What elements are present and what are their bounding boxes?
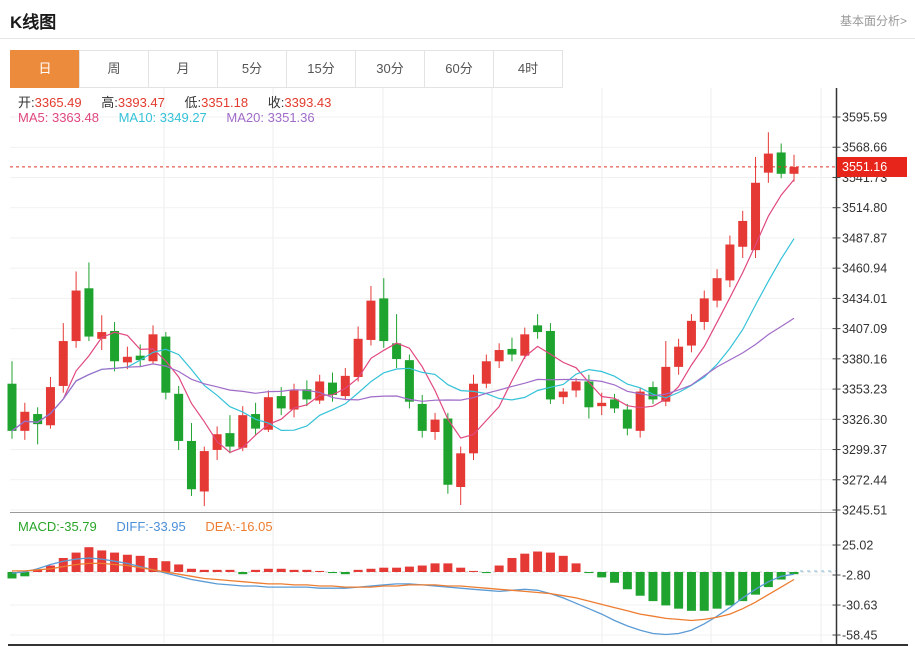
dea-label: DEA: (205, 519, 235, 534)
svg-text:25.02: 25.02 (842, 539, 873, 553)
macd-value: -35.79 (60, 519, 97, 534)
last-price-tag: 3551.16 (837, 157, 907, 177)
ohlc-legend: 开:3365.49 高:3393.47 低:3351.18 收:3393.43 (18, 92, 347, 111)
ma5-value: 3363.48 (52, 110, 99, 125)
svg-text:3272.44: 3272.44 (842, 473, 887, 487)
svg-text:3460.94: 3460.94 (842, 262, 887, 276)
close-label: 收: (268, 95, 285, 110)
low-label: 低: (185, 95, 202, 110)
axis-labels: 3595.593568.663541.733514.803487.873460.… (833, 111, 888, 643)
svg-text:3595.59: 3595.59 (842, 111, 887, 125)
ma20-value: 3351.36 (268, 110, 315, 125)
svg-text:3514.80: 3514.80 (842, 201, 887, 215)
high-label: 高: (101, 95, 118, 110)
ma5-label: MA5: (18, 110, 48, 125)
ma10-label: MA10: (119, 110, 157, 125)
svg-text:3245.51: 3245.51 (842, 504, 887, 518)
ma5-line (12, 180, 794, 453)
ma20-line (12, 318, 794, 431)
ma10-value: 3349.27 (160, 110, 207, 125)
macd-legend: MACD:-35.79 DIFF:-33.95 DEA:-16.05 (18, 519, 289, 534)
high-value: 3393.47 (118, 95, 165, 110)
macd-label: MACD: (18, 519, 60, 534)
svg-text:3380.16: 3380.16 (842, 352, 887, 366)
ma10-line (12, 239, 794, 431)
svg-text:3568.66: 3568.66 (842, 141, 887, 155)
open-label: 开: (18, 95, 35, 110)
svg-text:3353.23: 3353.23 (842, 383, 887, 397)
svg-text:-30.63: -30.63 (842, 599, 877, 613)
open-value: 3365.49 (35, 95, 82, 110)
grid-lines (10, 88, 836, 643)
svg-text:3326.30: 3326.30 (842, 413, 887, 427)
macd-histogram (8, 547, 799, 611)
ma-legend: MA5: 3363.48 MA10: 3349.27 MA20: 3351.36 (18, 110, 331, 125)
dea-value: -16.05 (236, 519, 273, 534)
svg-text:3434.01: 3434.01 (842, 292, 887, 306)
svg-text:3487.87: 3487.87 (842, 231, 887, 245)
svg-text:-58.45: -58.45 (842, 629, 877, 643)
svg-text:3299.37: 3299.37 (842, 443, 887, 457)
svg-text:3407.09: 3407.09 (842, 322, 887, 336)
ma20-label: MA20: (226, 110, 264, 125)
diff-value: -33.95 (149, 519, 186, 534)
close-value: 3393.43 (284, 95, 331, 110)
diff-label: DIFF: (116, 519, 149, 534)
low-value: 3351.18 (201, 95, 248, 110)
svg-text:-2.80: -2.80 (842, 569, 871, 583)
